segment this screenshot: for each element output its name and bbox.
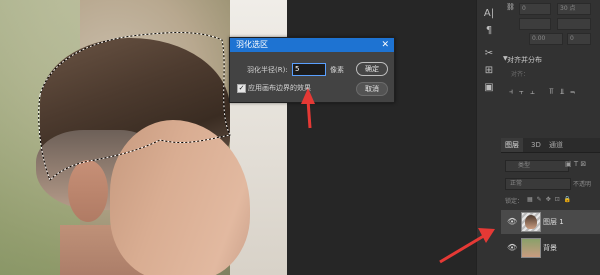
annotation-arrow-up: [301, 88, 315, 129]
annotation-arrows: [301, 88, 495, 264]
annotation-arrow-layer: [439, 228, 495, 264]
